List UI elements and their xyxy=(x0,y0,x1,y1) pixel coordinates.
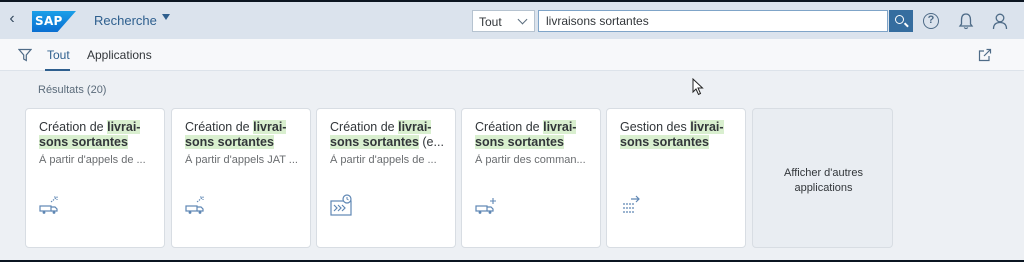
sap-logo[interactable]: SAP xyxy=(32,11,76,32)
search-scope-value: Tout xyxy=(479,15,502,29)
truck-arrow-icon xyxy=(39,196,58,214)
app-tile[interactable]: Création de livrai-sons sortantes (e... … xyxy=(316,108,456,248)
app-shell: ‹ SAP Recherche Tout livraisons sortante… xyxy=(0,0,1024,262)
results-count: Résultats (20) xyxy=(38,84,107,96)
show-more-apps-tile[interactable]: Afficher d'autres applications xyxy=(752,108,893,248)
mouse-pointer-icon xyxy=(692,78,704,96)
filter-icon[interactable] xyxy=(18,48,32,62)
process-clock-icon xyxy=(330,194,352,216)
truck-plus-icon xyxy=(475,198,496,214)
truck-arrow-icon xyxy=(185,196,204,214)
tile-title: Création de livrai-sons sortantes xyxy=(185,120,287,149)
chevron-down-icon xyxy=(517,14,528,25)
app-tile[interactable]: Création de livrai-sons sortantes À part… xyxy=(461,108,601,248)
back-icon[interactable]: ‹ xyxy=(4,9,20,29)
help-icon[interactable]: ? xyxy=(923,13,939,29)
tab-all[interactable]: Tout xyxy=(47,48,70,62)
search-input[interactable]: livraisons sortantes xyxy=(538,10,888,32)
tile-subtitle: À partir d'appels de ... xyxy=(330,154,437,166)
tile-title: Création de livrai-sons sortantes xyxy=(39,120,141,149)
share-icon[interactable] xyxy=(978,48,992,62)
search-icon xyxy=(895,15,904,24)
shell-header: ‹ SAP Recherche Tout livraisons sortante… xyxy=(0,2,1024,39)
list-arrow-icon xyxy=(623,195,640,213)
search-scope-select[interactable]: Tout xyxy=(472,10,535,32)
user-icon[interactable] xyxy=(991,12,1009,30)
tile-subtitle: À partir d'appels de ... xyxy=(39,154,146,166)
app-tile[interactable]: Création de livrai-sons sortantes À part… xyxy=(25,108,165,248)
search-button[interactable] xyxy=(889,10,913,32)
tile-subtitle: À partir des comman... xyxy=(475,154,586,166)
title-dropdown-icon[interactable] xyxy=(162,14,170,20)
app-tile[interactable]: Gestion des livrai-sons sortantes xyxy=(606,108,746,248)
tab-applications[interactable]: Applications xyxy=(87,48,152,62)
tile-title: Création de livrai-sons sortantes (e... xyxy=(330,120,444,149)
app-tile[interactable]: Création de livrai-sons sortantes À part… xyxy=(171,108,311,248)
tab-all-indicator xyxy=(45,69,70,71)
page-title[interactable]: Recherche xyxy=(94,13,157,28)
bell-icon[interactable] xyxy=(957,12,975,30)
tile-title: Création de livrai-sons sortantes xyxy=(475,120,577,149)
tile-subtitle: À partir d'appels JAT ... xyxy=(185,154,298,166)
show-more-apps-label: Afficher d'autres applications xyxy=(784,167,863,194)
filter-bar: Tout Applications xyxy=(0,39,1024,71)
tile-title: Gestion des livrai-sons sortantes xyxy=(620,120,724,149)
